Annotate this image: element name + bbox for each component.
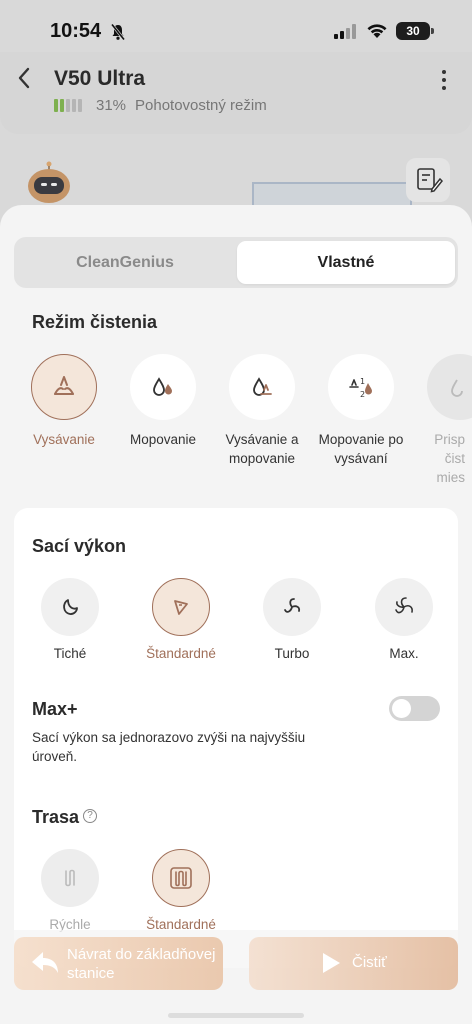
suction-title: Sací výkon (32, 536, 127, 556)
suction-max-label: Max. (389, 646, 419, 661)
cleaning-mode-title: Režim čistenia (32, 312, 158, 332)
battery-cap (431, 28, 434, 34)
start-clean-label: Čistiť (352, 954, 387, 971)
mode-custom-room-label: Prisp čist mies (434, 432, 465, 485)
back-chevron-icon[interactable] (14, 64, 34, 92)
mode-mop-button[interactable] (130, 354, 196, 420)
suction-max-button[interactable] (375, 578, 433, 636)
bell-muted-icon (110, 23, 126, 41)
wifi-icon (367, 24, 387, 38)
robot-mascot-icon (28, 161, 70, 203)
mode-mop-after-vacuum-label: Mopovanie po vysávaní (318, 432, 404, 466)
route-help-icon[interactable]: ? (83, 809, 97, 823)
suction-turbo-label: Turbo (274, 646, 310, 661)
suction-standard-button[interactable] (152, 578, 210, 636)
mode-vacuum-mop-button[interactable] (229, 354, 295, 420)
tab-custom[interactable]: Vlastné (237, 241, 455, 284)
map-edit-button[interactable] (406, 158, 450, 202)
suction-quiet-label: Tiché (53, 646, 87, 661)
battery-level-text: 30 (406, 24, 420, 38)
device-title: V50 Ultra (54, 67, 146, 90)
standard-fan-icon (174, 600, 188, 615)
tab-cleangenius[interactable]: CleanGenius (14, 237, 236, 288)
map-edit-icon (417, 168, 444, 193)
cellular-signal-icon (334, 24, 356, 39)
device-state: Pohotovostný režim (135, 97, 267, 114)
max-plus-description: Sací výkon sa jednorazovo zvýši na najvy… (32, 730, 306, 764)
svg-text:1: 1 (360, 377, 365, 386)
max-plus-title: Max+ (32, 699, 78, 719)
custom-room-icon (451, 379, 463, 397)
status-time: 10:54 (50, 20, 102, 42)
route-quick-button[interactable] (41, 849, 99, 907)
vacuum-mop-icon (253, 377, 272, 396)
mode-vacuum-mop-label: Vysávanie a mopovanie (225, 432, 299, 466)
max-fan-icon (395, 597, 413, 614)
mode-mop-after-vacuum-button[interactable]: 1 2 (328, 354, 394, 420)
mop-drops-icon (153, 377, 172, 396)
route-title: Trasa (32, 807, 80, 827)
return-arrow-icon (32, 952, 58, 973)
suction-quiet-button[interactable] (41, 578, 99, 636)
svg-text:2: 2 (360, 390, 365, 399)
standard-route-icon (170, 867, 192, 889)
battery-indicator: 30 (396, 22, 430, 40)
mode-mop-label: Mopovanie (129, 432, 197, 447)
route-standard-button[interactable] (152, 849, 210, 907)
device-battery-percent: 31% (96, 97, 127, 114)
quick-route-icon (65, 869, 75, 887)
mop-after-vacuum-icon: 1 2 (349, 377, 372, 399)
turbo-fan-icon (284, 598, 301, 613)
device-battery-bars (54, 99, 82, 112)
quiet-fan-icon (63, 599, 78, 615)
device-header (0, 52, 472, 134)
mode-vacuum-button[interactable] (31, 354, 97, 420)
suction-turbo-button[interactable] (263, 578, 321, 636)
play-icon (323, 953, 340, 973)
suction-standard-label: Štandardné (146, 646, 216, 661)
more-options-icon[interactable] (436, 68, 452, 92)
mode-vacuum-label: Vysávanie (33, 432, 95, 447)
return-to-base-label: Návrat do základňovej stanice (67, 946, 216, 982)
home-indicator (168, 1013, 304, 1018)
max-plus-toggle-knob (392, 699, 411, 718)
vacuum-icon (54, 376, 74, 395)
